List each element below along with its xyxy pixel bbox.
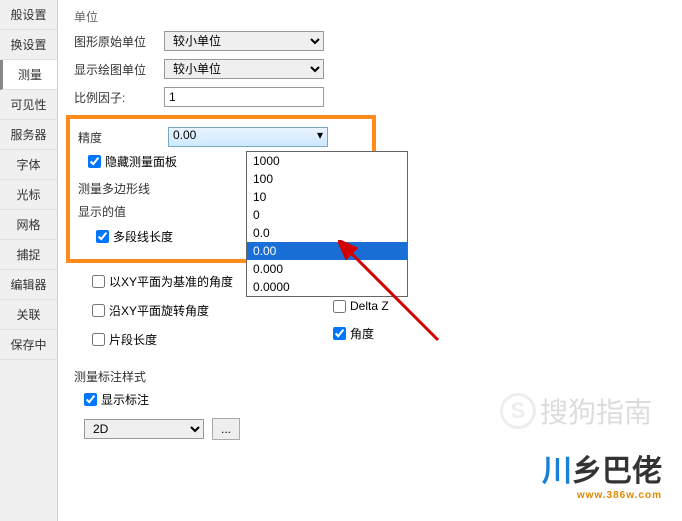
delta-z-checkbox[interactable]	[333, 300, 346, 313]
orig-unit-select[interactable]: 较小单位	[164, 31, 324, 51]
hide-area-label: 隐藏测量面板	[105, 153, 177, 170]
precision-option-0p000[interactable]: 0.000	[247, 260, 407, 278]
chevron-down-icon: ▾	[317, 128, 323, 142]
precision-option-10[interactable]: 10	[247, 188, 407, 206]
sidebar-item-general[interactable]: 般设置	[0, 0, 57, 30]
sidebar-item-server[interactable]: 服务器	[0, 120, 57, 150]
delta-z-label: Delta Z	[350, 299, 389, 313]
xy-plane-checkbox[interactable]	[92, 275, 105, 288]
sidebar-item-visibility[interactable]: 可见性	[0, 90, 57, 120]
annot-title: 测量标注样式	[74, 368, 666, 385]
precision-option-100[interactable]: 100	[247, 170, 407, 188]
browse-button[interactable]: ...	[212, 418, 240, 440]
draw-unit-label: 显示绘图单位	[74, 61, 164, 78]
hide-area-checkbox[interactable]	[88, 155, 101, 168]
orig-unit-label: 图形原始单位	[74, 33, 164, 50]
watermark-386w: 川乡巴佬 www.386w.com	[542, 446, 662, 501]
segment-len-checkbox[interactable]	[92, 333, 105, 346]
sidebar-item-snap[interactable]: 捕捉	[0, 240, 57, 270]
angle-checkbox[interactable]	[333, 327, 346, 340]
segment-len-label: 片段长度	[109, 331, 157, 348]
sidebar-item-saving[interactable]: 保存中	[0, 330, 57, 360]
sidebar-item-measure[interactable]: 测量	[0, 60, 57, 90]
sidebar-item-grid[interactable]: 网格	[0, 210, 57, 240]
draw-unit-select[interactable]: 较小单位	[164, 59, 324, 79]
show-annot-label: 显示标注	[101, 391, 149, 408]
precision-value: 0.00	[173, 128, 196, 142]
sidebar-item-convert[interactable]: 换设置	[0, 30, 57, 60]
xy-rotate-label: 沿XY平面旋转角度	[109, 302, 209, 319]
precision-option-0[interactable]: 0	[247, 206, 407, 224]
precision-dropdown: 1000 100 10 0 0.0 0.00 0.000 0.0000	[246, 151, 408, 297]
precision-label: 精度	[78, 129, 168, 146]
main-panel: 单位 图形原始单位 较小单位 显示绘图单位 较小单位 比例因子: 精度 0.00…	[58, 0, 682, 521]
sidebar-item-font[interactable]: 字体	[0, 150, 57, 180]
sidebar-item-relation[interactable]: 关联	[0, 300, 57, 330]
precision-highlight-box: 精度 0.00 ▾ 1000 100 10 0 0.0 0.00 0.000 0…	[66, 115, 376, 263]
sidebar-item-cursor[interactable]: 光标	[0, 180, 57, 210]
precision-option-1000[interactable]: 1000	[247, 152, 407, 170]
angle-label: 角度	[350, 325, 374, 342]
section-unit-title: 单位	[74, 8, 666, 25]
scale-label: 比例因子:	[74, 89, 164, 106]
precision-select[interactable]: 0.00 ▾	[168, 127, 328, 147]
sogou-logo-icon: S	[500, 393, 536, 429]
polyline-len-checkbox[interactable]	[96, 230, 109, 243]
watermark-sogou: S 搜狗指南	[500, 391, 652, 431]
precision-option-0p0[interactable]: 0.0	[247, 224, 407, 242]
precision-option-0p00[interactable]: 0.00	[247, 242, 407, 260]
xy-rotate-checkbox[interactable]	[92, 304, 105, 317]
show-values-label: 显示的值	[78, 203, 168, 220]
polyline-len-label: 多段线长度	[113, 228, 173, 245]
settings-sidebar: 般设置 换设置 测量 可见性 服务器 字体 光标 网格 捕捉 编辑器 关联 保存…	[0, 0, 58, 521]
precision-option-0p0000[interactable]: 0.0000	[247, 278, 407, 296]
scale-input[interactable]	[164, 87, 324, 107]
xy-plane-label: 以XY平面为基准的角度	[109, 273, 233, 290]
show-annot-checkbox[interactable]	[84, 393, 97, 406]
dim-mode-select[interactable]: 2D	[84, 419, 204, 439]
sidebar-item-editor[interactable]: 编辑器	[0, 270, 57, 300]
